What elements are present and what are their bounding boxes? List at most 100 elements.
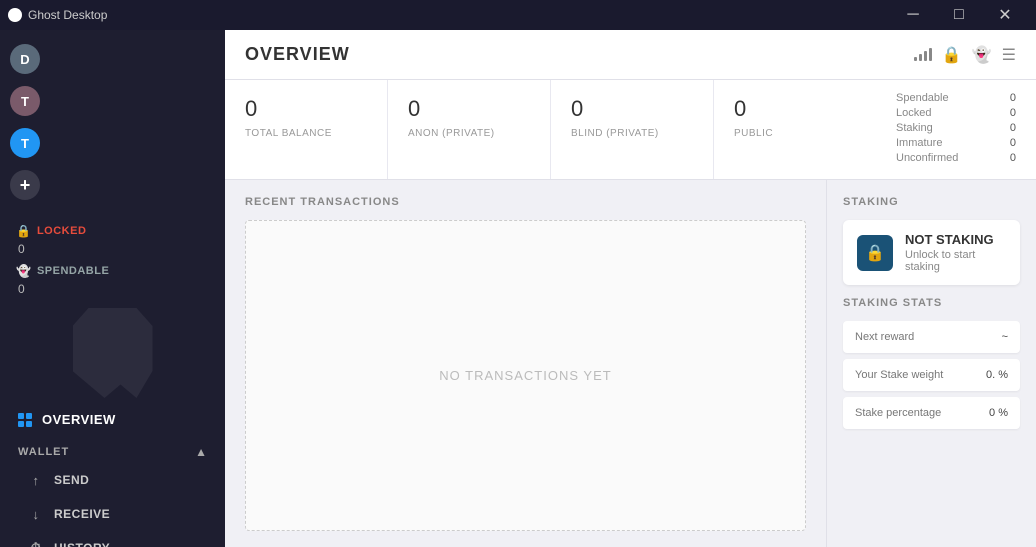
staking-title: STAKING — [843, 196, 1020, 208]
blind-balance-value: 0 — [571, 96, 693, 122]
send-label: SEND — [54, 473, 89, 487]
summary-unconfirmed: Unconfirmed 0 — [896, 152, 1016, 164]
minimize-button[interactable]: ─ — [890, 0, 936, 30]
receive-label: RECEIVE — [54, 507, 110, 521]
staking-panel: STAKING 🔒 NOT STAKING Unlock to start st… — [826, 180, 1036, 547]
total-balance-label: TOTAL BALANCE — [245, 128, 367, 139]
avatar-t2: T — [10, 128, 40, 158]
summary-spendable-label: Spendable — [896, 92, 949, 104]
send-icon: ↑ — [28, 472, 44, 488]
balance-badges: 🔒 LOCKED 0 👻 SPENDABLE 0 — [0, 214, 225, 300]
overview-label: OVERVIEW — [42, 412, 116, 427]
add-icon: + — [10, 170, 40, 200]
title-bar-left: Ghost Desktop — [8, 8, 107, 22]
content-area: RECENT TRANSACTIONS NO TRANSACTIONS YET … — [225, 180, 1036, 547]
public-balance-label: PUBLIC — [734, 128, 856, 139]
avatar-d: D — [10, 44, 40, 74]
nav-overview[interactable]: OVERVIEW — [0, 402, 225, 437]
stake-weight-value: 0. % — [986, 369, 1008, 381]
spendable-label: SPENDABLE — [37, 265, 109, 277]
summary-locked-label: Locked — [896, 107, 931, 119]
balance-summary: Spendable 0 Locked 0 Staking 0 Immature … — [876, 80, 1036, 179]
stake-percentage-label: Stake percentage — [855, 407, 941, 419]
blind-balance-card: 0 BLIND (PRIVATE) — [551, 80, 714, 179]
app-title: Ghost Desktop — [28, 8, 107, 22]
no-transactions-text: NO TRANSACTIONS YET — [439, 368, 611, 383]
locked-label: LOCKED — [37, 225, 86, 237]
staking-stats: Next reward ~ Your Stake weight 0. % Sta… — [843, 321, 1020, 435]
main-content: OVERVIEW 🔒 👻 ☰ 0 TOTAL BALANCE — [225, 30, 1036, 547]
summary-staking-value: 0 — [1010, 122, 1016, 134]
spendable-row: 👻 SPENDABLE — [16, 264, 209, 278]
summary-unconfirmed-label: Unconfirmed — [896, 152, 958, 164]
spendable-icon: 👻 — [16, 264, 31, 278]
avatar-t1: T — [10, 86, 40, 116]
stake-weight-label: Your Stake weight — [855, 369, 943, 381]
staking-card-info: NOT STAKING Unlock to start staking — [905, 232, 1006, 273]
transactions-panel: RECENT TRANSACTIONS NO TRANSACTIONS YET — [225, 180, 826, 547]
lock-icon: 🔒 — [16, 224, 31, 238]
stat-stake-weight: Your Stake weight 0. % — [843, 359, 1020, 391]
add-account-button[interactable]: + — [0, 164, 225, 206]
account-list: D T T + — [0, 30, 225, 214]
ghost-header-icon[interactable]: 👻 — [972, 45, 992, 65]
chevron-up-icon: ▲ — [195, 445, 207, 459]
page-title: OVERVIEW — [245, 44, 350, 65]
app-body: D T T + 🔒 LOCKED 0 👻 SPENDABLE 0 — [0, 30, 1036, 547]
summary-staking: Staking 0 — [896, 122, 1016, 134]
next-reward-label: Next reward — [855, 331, 914, 343]
stat-stake-percentage: Stake percentage 0 % — [843, 397, 1020, 429]
app-icon — [8, 8, 22, 22]
nav-section: OVERVIEW WALLET ▲ ↑ SEND ↓ RECEIVE ⏱ HIS… — [0, 402, 225, 547]
summary-unconfirmed-value: 0 — [1010, 152, 1016, 164]
nav-receive[interactable]: ↓ RECEIVE — [0, 497, 225, 531]
main-header: OVERVIEW 🔒 👻 ☰ — [225, 30, 1036, 80]
summary-immature: Immature 0 — [896, 137, 1016, 149]
header-icons: 🔒 👻 ☰ — [914, 45, 1016, 65]
window-controls: ─ □ ✕ — [890, 0, 1028, 30]
history-icon: ⏱ — [28, 540, 44, 547]
staking-lock-icon: 🔒 — [857, 235, 893, 271]
next-reward-value: ~ — [1002, 331, 1008, 343]
wallet-group-label: WALLET — [18, 446, 69, 458]
total-balance-value: 0 — [245, 96, 367, 122]
stat-next-reward: Next reward ~ — [843, 321, 1020, 353]
menu-header-icon[interactable]: ☰ — [1002, 45, 1016, 65]
total-balance-card: 0 TOTAL BALANCE — [225, 80, 388, 179]
lock-header-icon[interactable]: 🔒 — [942, 45, 962, 65]
overview-grid-icon — [18, 413, 32, 427]
blind-balance-label: BLIND (PRIVATE) — [571, 128, 693, 139]
locked-value: 0 — [18, 242, 209, 256]
transactions-box: NO TRANSACTIONS YET — [245, 220, 806, 531]
maximize-button[interactable]: □ — [936, 0, 982, 30]
summary-spendable: Spendable 0 — [896, 92, 1016, 104]
transactions-title: RECENT TRANSACTIONS — [245, 196, 806, 208]
history-label: HISTORY — [54, 541, 110, 547]
staking-description: Unlock to start staking — [905, 249, 1006, 273]
receive-icon: ↓ — [28, 506, 44, 522]
anon-balance-label: ANON (PRIVATE) — [408, 128, 530, 139]
ghost-map — [0, 300, 225, 402]
title-bar: Ghost Desktop ─ □ ✕ — [0, 0, 1036, 30]
balance-section: 0 TOTAL BALANCE 0 ANON (PRIVATE) 0 BLIND… — [225, 80, 1036, 180]
stake-percentage-value: 0 % — [989, 407, 1008, 419]
staking-status: NOT STAKING — [905, 232, 1006, 247]
staking-stats-title: STAKING STATS — [843, 297, 1020, 309]
nav-send[interactable]: ↑ SEND — [0, 463, 225, 497]
account-item-d[interactable]: D — [0, 38, 225, 80]
nav-history[interactable]: ⏱ HISTORY — [0, 531, 225, 547]
summary-spendable-value: 0 — [1010, 92, 1016, 104]
anon-balance-card: 0 ANON (PRIVATE) — [388, 80, 551, 179]
summary-locked-value: 0 — [1010, 107, 1016, 119]
account-item-t1[interactable]: T — [0, 80, 225, 122]
summary-locked: Locked 0 — [896, 107, 1016, 119]
account-item-t2[interactable]: T — [0, 122, 225, 164]
public-balance-value: 0 — [734, 96, 856, 122]
close-button[interactable]: ✕ — [982, 0, 1028, 30]
balance-cards: 0 TOTAL BALANCE 0 ANON (PRIVATE) 0 BLIND… — [225, 80, 876, 179]
spendable-value: 0 — [18, 282, 209, 296]
wallet-group-header[interactable]: WALLET ▲ — [0, 437, 225, 463]
ghost-shape — [73, 308, 153, 398]
signal-icon — [914, 48, 932, 61]
locked-row: 🔒 LOCKED — [16, 224, 209, 238]
